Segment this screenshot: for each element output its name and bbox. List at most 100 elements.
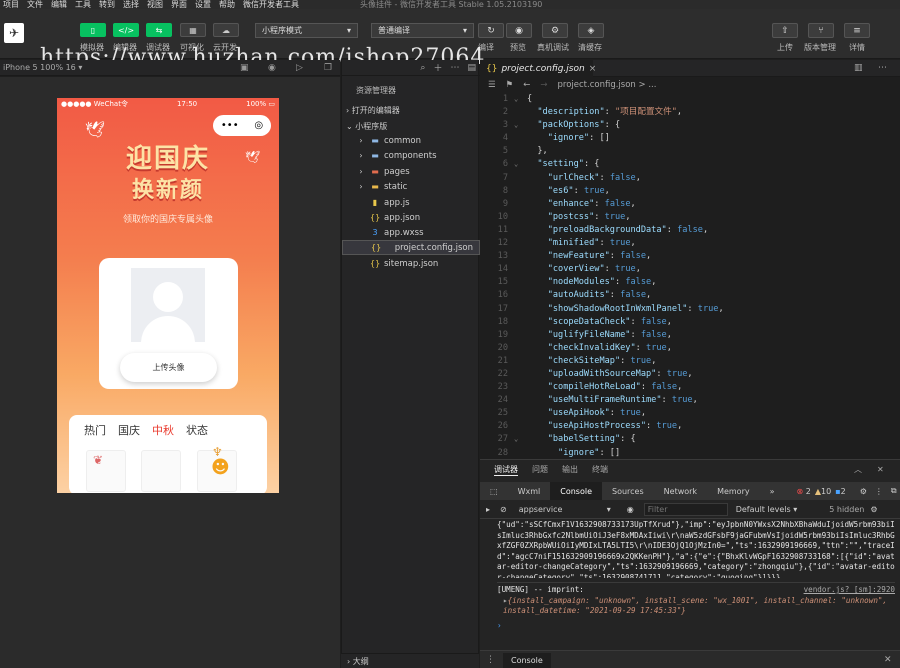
code-line[interactable]: 4 "ignore": [] xyxy=(480,132,900,145)
code-line[interactable]: 1 ⌄ { xyxy=(480,93,900,106)
code-line[interactable]: 21 "checkSiteMap": true, xyxy=(480,355,900,368)
code-line[interactable]: 13 "newFeature": false, xyxy=(480,250,900,263)
inspect-icon[interactable]: ⬚ xyxy=(480,482,508,500)
code-line[interactable]: 15 "nodeModules": false, xyxy=(480,276,900,289)
rotate-icon[interactable]: ▣ xyxy=(240,63,249,73)
code-line[interactable]: 9 "enhance": false, xyxy=(480,198,900,211)
warning-count-badge[interactable]: ▲10 xyxy=(815,487,831,496)
code-line[interactable]: 25 "useApiHook": true, xyxy=(480,407,900,420)
tab-wxml[interactable]: Wxml xyxy=(508,482,551,500)
editor-toggle-button[interactable]: </> xyxy=(113,23,139,37)
fold-chevron-icon[interactable]: ⌄ xyxy=(514,93,518,106)
tab-terminal[interactable]: 终端 xyxy=(592,464,608,475)
debugger-toggle-button[interactable]: ⇆ xyxy=(146,23,172,37)
play-icon[interactable]: ▷ xyxy=(296,63,303,73)
more-icon[interactable]: ⋯ xyxy=(878,63,887,73)
breadcrumb-path[interactable]: project.config.json > ... xyxy=(558,80,657,90)
clear-console-icon[interactable]: ⊘ xyxy=(500,505,507,514)
visual-toggle-button[interactable]: ▦ xyxy=(180,23,206,37)
compile-select[interactable]: 普通编译 ▾ xyxy=(371,23,474,38)
more-vertical-icon[interactable]: ⋮ xyxy=(875,487,883,496)
tab-problems[interactable]: 问题 xyxy=(532,464,548,475)
cloud-dev-button[interactable]: ☁ xyxy=(213,23,239,37)
info-count-badge[interactable]: ▪2 xyxy=(835,487,846,496)
tab-national-day[interactable]: 国庆 xyxy=(118,422,140,438)
code-line[interactable]: 8 "es6": true, xyxy=(480,185,900,198)
search-icon[interactable]: ⌕ xyxy=(420,63,425,73)
forward-icon[interactable]: → xyxy=(540,80,547,90)
code-line[interactable]: 17 "showShadowRootInWxmlPanel": true, xyxy=(480,303,900,316)
tree-item-static[interactable]: › ▬ static xyxy=(342,179,480,194)
upload-avatar-button[interactable]: 上传头像 xyxy=(120,353,217,382)
code-line[interactable]: 7 "urlCheck": false, xyxy=(480,172,900,185)
menu-settings[interactable]: 设置 xyxy=(195,0,211,9)
console-prompt[interactable]: › xyxy=(497,621,895,632)
code-line[interactable]: 20 "checkInvalidKey": true, xyxy=(480,342,900,355)
device-select[interactable]: iPhone 5 100% 16 ▾ xyxy=(3,63,82,72)
miniprogram-capsule[interactable]: ••• ◎ xyxy=(213,115,271,136)
code-line[interactable]: 23 "compileHotReLoad": false, xyxy=(480,381,900,394)
drawer-menu-icon[interactable]: ⋮ xyxy=(486,655,495,665)
code-line[interactable]: 26 "useApiHostProcess": true, xyxy=(480,420,900,433)
popout-icon[interactable]: ❐ xyxy=(324,63,332,73)
code-line[interactable]: 3 ⌄ "packOptions": { xyxy=(480,119,900,132)
tab-debugger[interactable]: 调试器 xyxy=(494,464,518,476)
sticker-thumb-moon[interactable]: ☻ xyxy=(211,457,237,483)
menu-tools[interactable]: 工具 xyxy=(75,0,91,9)
code-line[interactable]: 10 "postcss": true, xyxy=(480,211,900,224)
sticker-thumb-blank[interactable] xyxy=(141,450,181,492)
code-line[interactable]: 28 "ignore": [] xyxy=(480,447,900,460)
code-line[interactable]: 6 ⌄ "setting": { xyxy=(480,158,900,171)
compile-button[interactable]: ↻ xyxy=(478,23,504,38)
close-icon[interactable]: ✕ xyxy=(877,465,884,474)
tab-mid-autumn[interactable]: 中秋 xyxy=(152,422,174,438)
code-line[interactable]: 14 "coverView": true, xyxy=(480,263,900,276)
code-line[interactable]: 18 "scopeDataCheck": false, xyxy=(480,316,900,329)
collapse-up-icon[interactable]: ︿ xyxy=(854,464,862,475)
menu-file[interactable]: 文件 xyxy=(27,0,43,9)
editor-tab-active[interactable]: {} project.config.json × xyxy=(480,60,596,77)
tree-item-sitemap[interactable]: {} sitemap.json xyxy=(342,256,480,271)
gear-icon[interactable]: ⚙ xyxy=(870,505,877,514)
menu-view[interactable]: 视图 xyxy=(147,0,163,9)
menu-help[interactable]: 帮助 xyxy=(219,0,235,9)
menu-interface[interactable]: 界面 xyxy=(171,0,187,9)
tree-item-app-json[interactable]: {} app.json xyxy=(342,210,480,225)
context-select[interactable]: appservice ▾ xyxy=(519,505,611,514)
close-icon[interactable]: × xyxy=(589,64,597,74)
mode-select[interactable]: 小程序模式 ▾ xyxy=(255,23,358,38)
preview-button[interactable]: ◉ xyxy=(506,23,532,38)
tab-status[interactable]: 状态 xyxy=(186,422,208,438)
tree-item-app-js[interactable]: ▮ app.js xyxy=(342,195,480,210)
error-count-badge[interactable]: ⊗ 2 xyxy=(797,487,811,496)
dock-icon[interactable]: ⧉ xyxy=(891,486,897,496)
back-icon[interactable]: ← xyxy=(523,80,530,90)
code-line[interactable]: 16 "autoAudits": false, xyxy=(480,289,900,302)
more-tabs[interactable]: » xyxy=(760,482,785,500)
remote-debug-button[interactable]: ⚙ xyxy=(542,23,568,38)
simulator-toggle-button[interactable]: ▯ xyxy=(80,23,106,37)
gear-icon[interactable]: ⚙ xyxy=(860,487,867,496)
code-line[interactable]: 19 "uglifyFileName": false, xyxy=(480,329,900,342)
code-line[interactable]: 27 ⌄ "babelSetting": { xyxy=(480,433,900,446)
close-target-icon[interactable]: ◎ xyxy=(254,120,263,131)
upload-button[interactable]: ⇧ xyxy=(772,23,798,38)
log-levels-select[interactable]: Default levels ▾ xyxy=(736,505,798,514)
clear-cache-button[interactable]: ◈ xyxy=(578,23,604,38)
tab-hot[interactable]: 热门 xyxy=(84,422,106,438)
code-line[interactable]: 22 "uploadWithSourceMap": true, xyxy=(480,368,900,381)
version-control-button[interactable]: ⑂ xyxy=(808,23,834,38)
close-icon[interactable]: ✕ xyxy=(884,655,892,665)
tree-item-components[interactable]: › ▬ components xyxy=(342,148,480,163)
bookmark-icon[interactable]: ⚑ xyxy=(506,80,514,90)
source-link[interactable]: vendor.js? [sm]:2920 xyxy=(804,585,895,596)
menu-wechat-devtools[interactable]: 微信开发者工具 xyxy=(243,0,299,9)
sidebar-toggle-icon[interactable]: ▸ xyxy=(486,505,490,514)
code-line[interactable]: 12 "minified": true, xyxy=(480,237,900,250)
console-output[interactable]: {"ud":"sSCfCmxF1V1632908733173UpTfXrud"}… xyxy=(497,520,895,631)
code-line[interactable]: 24 "useMultiFrameRuntime": true, xyxy=(480,394,900,407)
menu-select[interactable]: 选择 xyxy=(123,0,139,9)
collapse-icon[interactable]: ▤ xyxy=(467,63,476,73)
tree-item-app-wxss[interactable]: 3 app.wxss xyxy=(342,225,480,240)
eye-icon[interactable]: ◉ xyxy=(627,505,634,514)
